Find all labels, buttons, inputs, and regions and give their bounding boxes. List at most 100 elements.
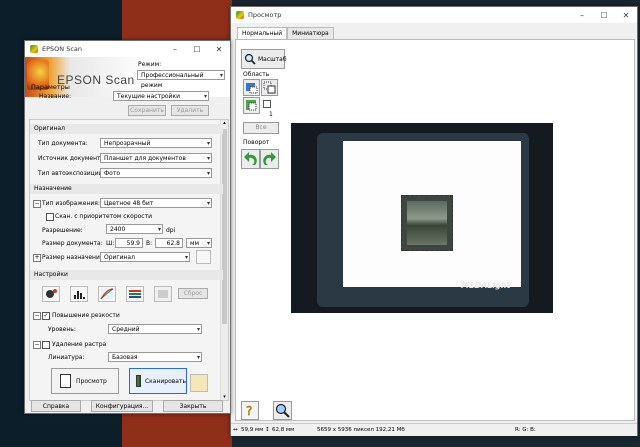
sharpen-label: Повышение резкости: [52, 312, 120, 319]
name-value: Текущие настройки: [117, 93, 180, 100]
descreen-label: Удаление растра: [52, 341, 107, 348]
rotate-right-button[interactable]: [260, 149, 279, 169]
status-height: 62,8 мм: [272, 427, 295, 433]
image-adjust-button[interactable]: [126, 286, 144, 302]
color-palette-button[interactable]: [154, 286, 172, 302]
auto-locate-icon: [246, 83, 258, 94]
palette-icon: [158, 290, 168, 298]
scan-button[interactable]: Сканировать: [129, 368, 187, 394]
target-size-value: Оригинал: [104, 254, 135, 261]
target-size-select[interactable]: Оригинал ▾: [100, 252, 190, 262]
film-frame: [407, 201, 447, 245]
height-label: В:: [146, 240, 153, 247]
image-type-value: Цветное 48 бит: [104, 200, 154, 207]
rotate-right-icon: [263, 152, 276, 165]
chevron-down-icon: ▾: [206, 200, 210, 207]
preview-button-label: Просмотр: [76, 377, 107, 385]
status-bar: ↔ 59,9 мм ↕ 62,8 мм 5659 x 5936 пиксел 1…: [231, 423, 637, 436]
copy-marquee-icon: [263, 81, 276, 94]
params-header: Параметры: [31, 83, 70, 91]
dpi-label: dpi: [166, 227, 176, 234]
chevron-down-icon: ▾: [219, 72, 223, 79]
configuration-button[interactable]: Конфигурация...: [91, 400, 153, 412]
all-button[interactable]: Все: [243, 122, 279, 134]
marquee-auto-button[interactable]: [243, 79, 260, 96]
doc-type-select[interactable]: Непрозрачный ▾: [100, 138, 212, 148]
screen-ruling-select[interactable]: Базовая ▾: [108, 352, 202, 362]
mode-select[interactable]: Профессиональный режим ▾: [137, 70, 225, 89]
help-icon-button[interactable]: ?: [241, 401, 259, 420]
collapse-descreen-icon[interactable]: −: [33, 341, 41, 349]
resolution-select[interactable]: 2400 ▾: [106, 224, 163, 234]
chevron-down-icon: ▾: [206, 240, 210, 247]
marquee-copy-button[interactable]: [261, 79, 278, 96]
epson-scan-window: EPSON Scan – ☐ ✕ EPSON Scan Режим: Профе…: [24, 40, 231, 414]
rotate-label: Поворот: [243, 139, 270, 146]
tab-thumbnail[interactable]: Миниатюра: [287, 27, 334, 39]
level-value: Средний: [112, 326, 140, 333]
exposure-icon: [46, 289, 57, 298]
doc-type-label: Тип документа:: [38, 140, 88, 147]
speed-priority-checkbox[interactable]: [46, 213, 54, 221]
maximize-button[interactable]: ☐: [593, 11, 615, 20]
minimize-button[interactable]: –: [164, 45, 186, 54]
scan-marquee[interactable]: [401, 195, 453, 251]
rotate-left-button[interactable]: [241, 149, 260, 169]
zoom-button[interactable]: Масштаб: [241, 49, 287, 69]
tone-correction-button[interactable]: [98, 286, 116, 302]
help-button[interactable]: Справка: [31, 400, 81, 412]
tab-normal[interactable]: Нормальный: [237, 27, 288, 39]
resolution-label: Разрешение:: [42, 227, 83, 234]
epson-app-icon: [30, 45, 38, 53]
marquee-checkbox[interactable]: [263, 100, 271, 108]
chevron-down-icon: ▾: [206, 155, 210, 162]
doc-source-select[interactable]: Планшет для документов ▾: [100, 153, 212, 163]
height-input[interactable]: 62.8: [155, 238, 183, 248]
height-arrow-icon: ↕: [265, 427, 270, 433]
close-dialog-button[interactable]: Закрыть: [163, 400, 223, 412]
marquee-delete-button[interactable]: [243, 97, 260, 114]
autoexp-value: Фото: [104, 170, 121, 177]
descreen-checkbox[interactable]: [42, 341, 50, 349]
reset-button[interactable]: Сброс: [178, 288, 208, 299]
preview-tabs: Нормальный Миниатюра: [237, 27, 334, 39]
color-balance-icon: [129, 290, 141, 298]
file-save-settings-icon[interactable]: [190, 374, 208, 392]
histogram-adjust-button[interactable]: [42, 286, 60, 302]
name-select[interactable]: Текущие настройки ▾: [113, 91, 209, 101]
collapse-sharpen-icon[interactable]: −: [33, 312, 41, 320]
chevron-down-icon: ▾: [196, 326, 200, 333]
status-pixels: 5659 x 5936 пиксел 192,21 Мб: [317, 427, 405, 433]
maximize-button[interactable]: ☐: [186, 45, 208, 54]
histogram-button[interactable]: [70, 286, 88, 302]
level-select[interactable]: Средний ▾: [108, 324, 202, 334]
tone-curve-icon: [100, 288, 114, 300]
width-arrow-icon: ↔: [233, 427, 238, 433]
unit-select[interactable]: мм ▾: [186, 238, 212, 248]
image-type-select[interactable]: Цветное 48 бит ▾: [100, 198, 212, 208]
width-input[interactable]: 59.9: [115, 238, 143, 248]
delete-button[interactable]: Удалить: [171, 105, 209, 116]
preview-image[interactable]: MEDALight: [291, 123, 553, 313]
zoom-preview-button[interactable]: [273, 401, 292, 420]
name-label: Название:: [39, 93, 72, 100]
autoexp-select[interactable]: Фото ▾: [100, 168, 212, 178]
preview-app-icon: [236, 11, 244, 19]
settings-scrollpane: ▴ ▾ Оригинал Тип документа: Непрозрачный…: [29, 119, 229, 401]
chevron-down-icon: ▾: [184, 254, 188, 261]
close-button[interactable]: ✕: [615, 11, 637, 20]
chevron-down-icon: ▾: [206, 140, 210, 147]
vertical-scrollbar[interactable]: ▴ ▾: [220, 120, 228, 400]
minimize-button[interactable]: –: [571, 11, 593, 20]
autoexp-label: Тип автоэкспозиции:: [38, 170, 105, 177]
preview-button[interactable]: Просмотр: [51, 368, 119, 394]
close-button[interactable]: ✕: [208, 45, 230, 54]
chevron-down-icon: ▾: [196, 354, 200, 361]
screen-ruling-value: Базовая: [112, 354, 138, 361]
expand-target-size-icon[interactable]: +: [33, 254, 41, 262]
save-button[interactable]: Сохранить: [128, 105, 166, 116]
sharpen-checkbox[interactable]: ✓: [42, 312, 50, 320]
scroll-thumb[interactable]: [222, 129, 227, 324]
target-size-edit-icon[interactable]: [196, 250, 211, 264]
collapse-image-type-icon[interactable]: −: [33, 200, 41, 208]
